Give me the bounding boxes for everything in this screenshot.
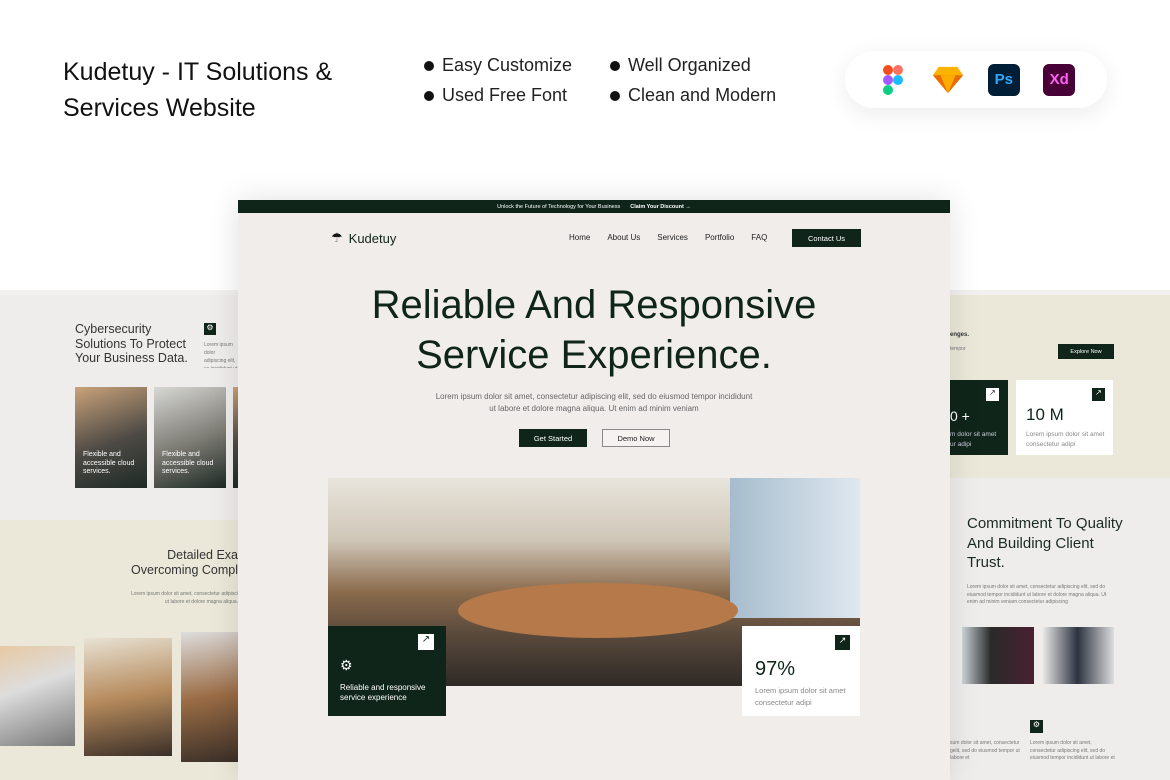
nav-about-us[interactable]: About Us bbox=[607, 233, 640, 242]
hero-description: Lorem ipsum dolor sit amet, consectetur … bbox=[435, 392, 753, 413]
arrow-up-right-icon[interactable]: ↗ bbox=[835, 635, 850, 650]
stat-card: ↗ 0 + m dolor sit amet ur adipi bbox=[950, 380, 1008, 455]
tools-pill: Ps Xd bbox=[845, 51, 1107, 108]
xd-icon: Xd bbox=[1043, 63, 1076, 96]
window bbox=[730, 478, 860, 618]
claim-discount-link[interactable]: Claim Your Discount → bbox=[630, 204, 691, 210]
gear-icon: ⚙ bbox=[1030, 720, 1043, 733]
page-title: Kudetuy - IT Solutions & Services Websit… bbox=[63, 58, 333, 122]
stat-card: ↗ 97% Lorem ipsum dolor sit amet consect… bbox=[742, 626, 860, 716]
gear-icon: ⚙ bbox=[340, 657, 353, 673]
demo-now-button[interactable]: Demo Now bbox=[602, 429, 670, 447]
arrow-up-right-icon[interactable]: ↗ bbox=[418, 634, 434, 650]
gallery-photo bbox=[962, 627, 1034, 684]
explore-now-button[interactable]: Explore Now bbox=[1058, 344, 1114, 359]
nav-faq[interactable]: FAQ bbox=[751, 233, 767, 242]
service-card[interactable]: Flexible and accessible cloud services. bbox=[75, 387, 147, 488]
gear-icon: ⚙ bbox=[204, 323, 216, 335]
gallery-photo bbox=[0, 646, 75, 746]
conference-table bbox=[458, 583, 738, 638]
arrow-up-right-icon[interactable]: ↗ bbox=[986, 388, 999, 401]
contact-us-button[interactable]: Contact Us bbox=[792, 229, 861, 247]
umbrella-icon: ☂ bbox=[331, 230, 343, 245]
service-card[interactable]: Flexible and accessible cloud services. bbox=[154, 387, 226, 488]
gallery-photo bbox=[84, 638, 172, 756]
announcement-bar: Unlock the Future of Technology for Your… bbox=[238, 200, 950, 213]
arrow-up-right-icon[interactable]: ↗ bbox=[1092, 388, 1105, 401]
figma-icon bbox=[877, 64, 909, 96]
feature-item: Clean and Modern bbox=[610, 85, 776, 106]
bullet-icon bbox=[610, 90, 620, 101]
bullet-icon bbox=[424, 60, 434, 71]
feature-item: Easy Customize bbox=[424, 55, 572, 76]
nav-portfolio[interactable]: Portfolio bbox=[705, 233, 734, 242]
bullet-icon bbox=[424, 90, 434, 101]
stat-card: ↗ 10 M Lorem ipsum dolor sit amet consec… bbox=[1016, 380, 1113, 455]
brand-logo[interactable]: ☂ Kudetuy bbox=[331, 230, 396, 246]
right-preview-lower: Commitment To Quality And Building Clien… bbox=[950, 478, 1170, 780]
left-preview: Cybersecurity Solutions To Protect Your … bbox=[0, 295, 238, 520]
gallery-photo bbox=[1041, 627, 1114, 684]
get-started-button[interactable]: Get Started bbox=[519, 429, 587, 447]
right-preview: enges. tempor Explore Now ↗ 0 + m dolor … bbox=[950, 295, 1170, 478]
photoshop-icon: Ps bbox=[987, 63, 1020, 96]
nav-home[interactable]: Home bbox=[569, 233, 590, 242]
website-mockup: Unlock the Future of Technology for Your… bbox=[238, 200, 950, 780]
feature-card: ↗ ⚙ Reliable and responsive service expe… bbox=[328, 626, 446, 716]
left-preview-lower: Detailed Exa Overcoming Compl Lorem ipsum… bbox=[0, 520, 238, 780]
feature-item: Well Organized bbox=[610, 55, 751, 76]
main-nav: Home About Us Services Portfolio FAQ bbox=[569, 233, 767, 242]
bullet-icon bbox=[610, 60, 620, 71]
hero-heading: Reliable And Responsive Service Experienc… bbox=[371, 283, 817, 377]
feature-item: Used Free Font bbox=[424, 85, 567, 106]
gallery-photo bbox=[181, 632, 238, 762]
nav-services[interactable]: Services bbox=[657, 233, 688, 242]
sketch-icon bbox=[932, 64, 964, 96]
